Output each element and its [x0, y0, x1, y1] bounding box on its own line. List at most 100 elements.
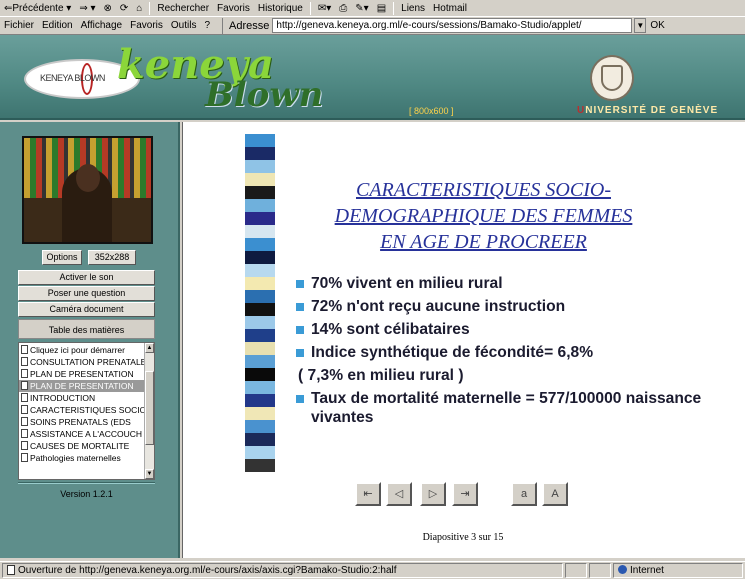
discuss-icon[interactable]: ▤	[373, 3, 390, 14]
stripe-band	[245, 199, 275, 212]
mail-icon[interactable]: ✉▾	[314, 3, 335, 14]
stripe-band	[245, 433, 275, 446]
stripe-band	[245, 186, 275, 199]
edit-icon[interactable]: ✎▾	[351, 3, 372, 14]
stripe-band	[245, 381, 275, 394]
stripe-band	[245, 342, 275, 355]
search-button[interactable]: Rechercher	[153, 3, 213, 14]
slide-bullet: Taux de mortalité maternelle = 577/10000…	[296, 389, 726, 427]
toc-item[interactable]: CARACTERISTIQUES SOCIO	[19, 404, 145, 416]
stripe-band	[245, 277, 275, 290]
options-button[interactable]: Options	[42, 250, 82, 265]
links-label[interactable]: Liens	[397, 3, 429, 14]
toc-item[interactable]: Pathologies maternelles	[19, 452, 145, 464]
slide-bullet: 70% vivent en milieu rural	[296, 274, 726, 293]
stripe-band	[245, 251, 275, 264]
toc-item[interactable]: Cliquez ici pour démarrer	[19, 344, 145, 356]
slide-bullet: ( 7,3% en milieu rural )	[298, 367, 464, 384]
stripe-band	[245, 420, 275, 433]
menu-item-tools[interactable]: Outils	[167, 20, 201, 31]
go-button[interactable]: OK	[646, 20, 668, 31]
toc-item[interactable]: CAUSES DE MORTALITE	[19, 440, 145, 452]
address-label: Adresse	[229, 19, 270, 32]
sidebar-divider	[18, 482, 155, 484]
toc-item[interactable]: PLAN DE PRESENTATION	[19, 380, 145, 392]
toc-item[interactable]: CONSULTATION PRENATALE	[19, 356, 145, 368]
address-dropdown-icon[interactable]: ▼	[634, 18, 647, 33]
back-button[interactable]: ⇐Précédente ▾	[0, 3, 75, 14]
stripe-band	[245, 446, 275, 459]
scroll-thumb[interactable]	[145, 371, 154, 445]
forward-button[interactable]: ⇒ ▾	[75, 3, 99, 14]
resolution-button[interactable]: 352x288	[88, 250, 136, 265]
stripe-band	[245, 147, 275, 160]
logo-blown: Blown	[205, 75, 324, 115]
slide-title-line1: CARACTERISTIQUES SOCIO-	[356, 179, 611, 201]
slide-bullets: 70% vivent en milieu rural 72% n'ont reçu…	[296, 274, 726, 431]
print-icon[interactable]: ⎙	[335, 3, 351, 14]
toc-scrollbar[interactable]: ▲ ▼	[144, 343, 154, 479]
favorites-button[interactable]: Favoris	[213, 3, 254, 14]
document-icon	[21, 453, 28, 462]
stripe-band	[245, 303, 275, 316]
status-text: Ouverture de http://geneva.keneya.org.ml…	[2, 563, 563, 578]
menu-item-favorites[interactable]: Favoris	[126, 20, 167, 31]
resolution-label[interactable]: [ 800x600 ]	[409, 106, 454, 116]
slide-title-line2: DEMOGRAPHIQUE DES FEMMES	[334, 205, 633, 227]
document-icon	[21, 357, 28, 366]
toc-item[interactable]: INTRODUCTION	[19, 392, 145, 404]
globe-icon	[618, 565, 627, 574]
university-name: UNIVERSITÉ DE GENÈVE	[577, 105, 719, 116]
stripe-band	[245, 316, 275, 329]
slide-title: CARACTERISTIQUES SOCIO- DEMOGRAPHIQUE DE…	[298, 177, 669, 255]
history-button[interactable]: Historique	[254, 3, 307, 14]
refresh-icon[interactable]: ⟳	[116, 3, 132, 14]
status-cell	[565, 563, 587, 578]
scroll-up-icon[interactable]: ▲	[145, 343, 154, 353]
slide-area: CARACTERISTIQUES SOCIO- DEMOGRAPHIQUE DE…	[182, 122, 745, 558]
stripe-band	[245, 329, 275, 342]
document-icon	[21, 369, 28, 378]
status-bar: Ouverture de http://geneva.keneya.org.ml…	[0, 561, 745, 579]
font-large-button[interactable]: A	[542, 482, 568, 506]
logo-ellipse-text: KENEYA BLOWN	[40, 73, 105, 83]
page-icon	[7, 565, 15, 575]
site-banner: KENEYA BLOWN keneya Blown [ 800x600 ] UN…	[0, 35, 745, 120]
bullet-square-icon	[296, 303, 304, 311]
stop-icon[interactable]: ⊗	[100, 3, 116, 14]
prev-slide-button[interactable]: ◁	[386, 482, 412, 506]
first-slide-button[interactable]: ⇤	[355, 482, 381, 506]
stripe-band	[245, 407, 275, 420]
slide-bullet: 72% n'ont reçu aucune instruction	[296, 297, 726, 316]
bullet-square-icon	[296, 280, 304, 288]
stripe-band	[245, 173, 275, 186]
next-slide-button[interactable]: ▷	[420, 482, 446, 506]
bullet-square-icon	[296, 349, 304, 357]
camera-document-button[interactable]: Caméra document	[18, 302, 155, 317]
font-small-button[interactable]: a	[511, 482, 537, 506]
toc-item[interactable]: SOINS PRENATALS (EDS	[19, 416, 145, 428]
browser-toolbar: ⇐Précédente ▾ ⇒ ▾ ⊗ ⟳ ⌂ Rechercher Favor…	[0, 0, 745, 17]
ask-question-button[interactable]: Poser une question	[18, 286, 155, 301]
stripe-band	[245, 355, 275, 368]
toc-item[interactable]: ASSISTANCE A L'ACCOUCH	[19, 428, 145, 440]
menu-item-edit[interactable]: Edition	[38, 20, 77, 31]
toc-item[interactable]: PLAN DE PRESENTATION	[19, 368, 145, 380]
bullet-square-icon	[296, 395, 304, 403]
slide-bullet: 14% sont célibataires	[296, 320, 726, 339]
menu-item-file[interactable]: Fichier	[0, 20, 38, 31]
slide-counter: Diapositive 3 sur 15	[422, 532, 504, 543]
hotmail-link[interactable]: Hotmail	[429, 3, 471, 14]
last-slide-button[interactable]: ⇥	[452, 482, 478, 506]
university-seal-icon	[590, 55, 634, 101]
address-input[interactable]: http://geneva.keneya.org.ml/e-cours/sess…	[272, 18, 633, 33]
scroll-down-icon[interactable]: ▼	[145, 469, 154, 479]
menu-item-help[interactable]: ?	[200, 20, 214, 31]
stripe-band	[245, 264, 275, 277]
menu-item-view[interactable]: Affichage	[77, 20, 127, 31]
home-icon[interactable]: ⌂	[132, 3, 146, 14]
document-icon	[21, 429, 28, 438]
stripe-band	[245, 290, 275, 303]
security-zone: Internet	[613, 563, 743, 578]
activate-sound-button[interactable]: Activer le son	[18, 270, 155, 285]
